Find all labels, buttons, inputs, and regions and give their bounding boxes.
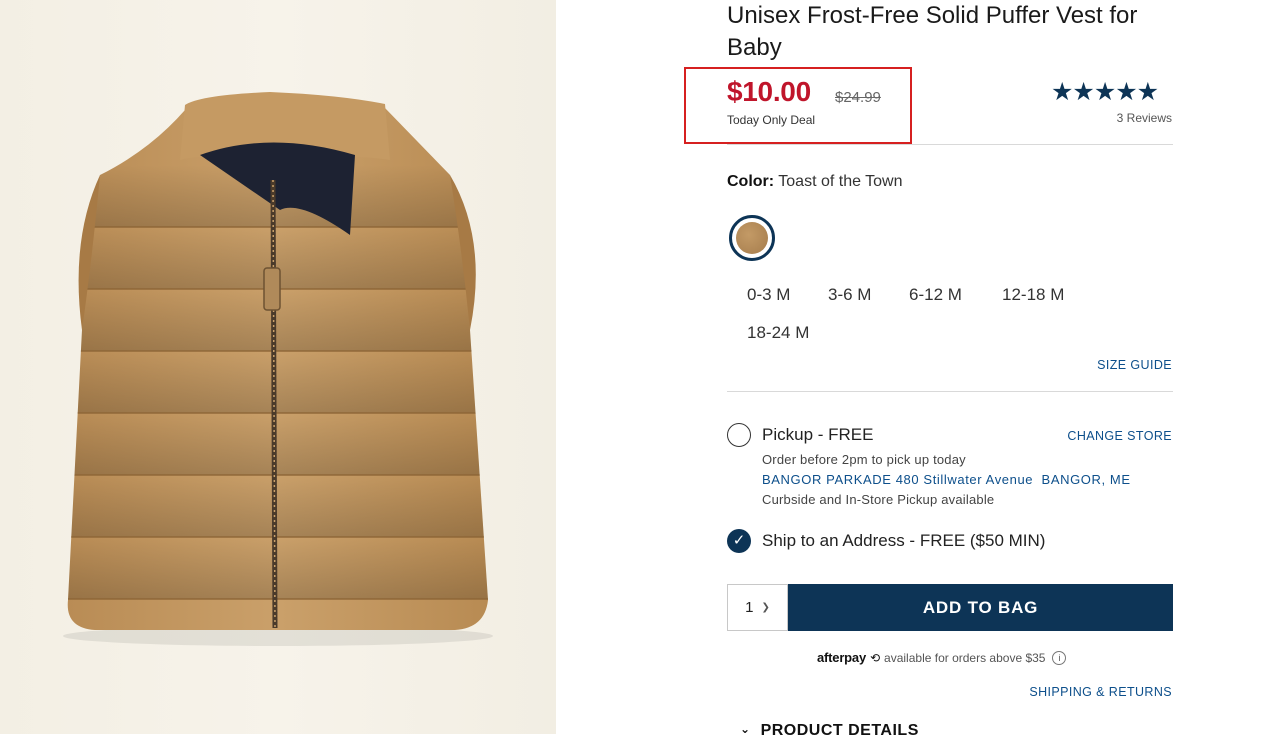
size-guide-link[interactable]: SIZE GUIDE — [1097, 358, 1172, 372]
add-to-bag-button[interactable]: ADD TO BAG — [788, 584, 1173, 631]
afterpay-row: afterpay ⟲ available for orders above $3… — [817, 650, 1067, 665]
pickup-radio[interactable] — [727, 423, 751, 447]
reviews-count-link[interactable]: 3 Reviews — [1117, 111, 1172, 125]
color-swatch-selected[interactable] — [729, 215, 775, 261]
rating-stars-icon[interactable]: ★★★★★ — [1051, 77, 1159, 107]
size-option[interactable]: 0-3 M — [747, 285, 790, 305]
ship-label[interactable]: Ship to an Address - FREE ($50 MIN) — [762, 531, 1045, 551]
afterpay-logo: afterpay — [817, 650, 866, 665]
pickup-label[interactable]: Pickup - FREE — [762, 425, 873, 445]
original-price: $24.99 — [835, 89, 881, 106]
product-image[interactable] — [0, 0, 556, 734]
pickup-note: Order before 2pm to pick up today — [762, 452, 966, 467]
info-icon[interactable]: i — [1052, 650, 1067, 665]
chevron-down-icon: ⌄ — [740, 722, 751, 736]
chevron-down-icon: ❯ — [761, 602, 770, 613]
puffer-vest-image — [63, 92, 493, 646]
quantity-value: 1 — [745, 599, 754, 616]
size-option[interactable]: 3-6 M — [828, 285, 871, 305]
deal-label: Today Only Deal — [727, 113, 816, 127]
size-option[interactable]: 18-24 M — [747, 323, 809, 343]
divider — [727, 391, 1173, 392]
afterpay-arrows-icon: ⟲ — [869, 650, 881, 665]
color-value: Toast of the Town — [778, 173, 903, 190]
quantity-select[interactable]: 1 ❯ — [727, 584, 788, 631]
afterpay-text: available for orders above $35 — [884, 650, 1046, 665]
pickup-availability: Curbside and In-Store Pickup available — [762, 492, 995, 507]
color-row: Color: Toast of the Town — [727, 173, 903, 191]
divider — [727, 144, 1173, 145]
size-option[interactable]: 6-12 M — [909, 285, 962, 305]
product-title: Unisex Frost-Free Solid Puffer Vest for … — [727, 2, 1138, 61]
change-store-link[interactable]: CHANGE STORE — [1067, 429, 1172, 443]
store-address-link[interactable]: BANGOR PARKADE 480 Stillwater Avenue BAN… — [762, 472, 1131, 487]
color-swatch-fill — [736, 222, 768, 254]
sale-price: $10.00 — [727, 76, 811, 107]
size-option[interactable]: 12-18 M — [1002, 285, 1064, 305]
product-details-label: PRODUCT DETAILS — [760, 722, 919, 739]
product-details-toggle[interactable]: ⌄ PRODUCT DETAILS — [740, 722, 919, 740]
shipping-returns-link[interactable]: SHIPPING & RETURNS — [1029, 685, 1172, 699]
color-label: Color: — [727, 173, 775, 190]
ship-selected-check-icon[interactable]: ✓ — [727, 529, 751, 553]
